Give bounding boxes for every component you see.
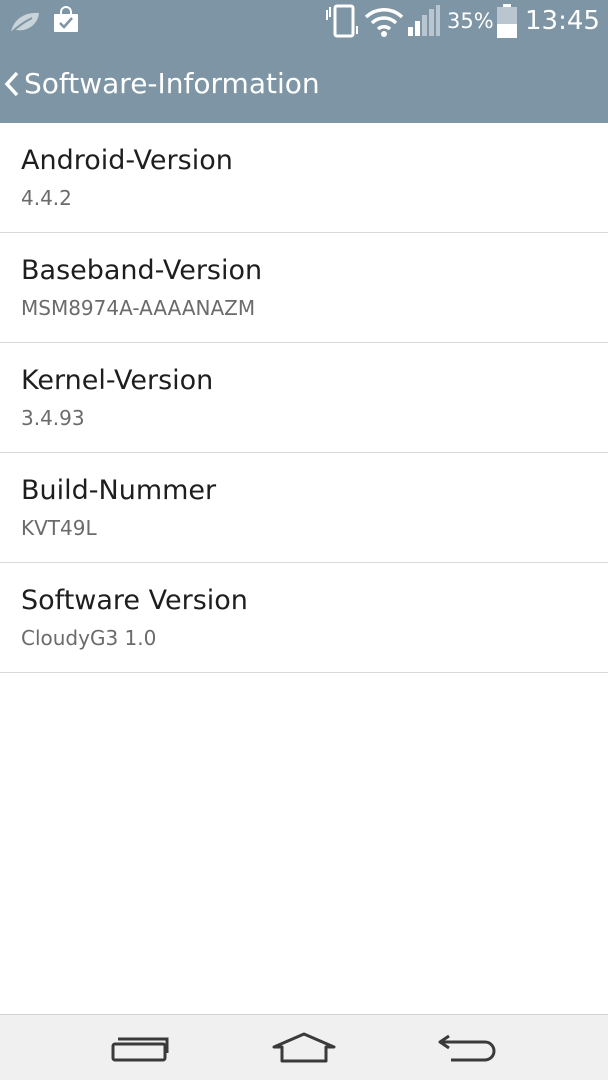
- home-icon: [272, 1032, 336, 1063]
- back-button[interactable]: Software-Information: [0, 44, 340, 123]
- item-value: MSM8974A-AAAANAZM: [21, 296, 256, 320]
- item-title: Build-Nummer: [21, 475, 217, 506]
- item-title: Baseband-Version: [21, 255, 263, 286]
- list-item-build-number[interactable]: Build-Nummer KVT49L: [0, 453, 608, 563]
- item-value: CloudyG3 1.0: [21, 626, 157, 650]
- back-icon: [438, 1034, 496, 1062]
- settings-list: Android-Version 4.4.2 Baseband-Version M…: [0, 123, 608, 673]
- battery-icon: [496, 3, 518, 43]
- item-value: 4.4.2: [21, 186, 72, 210]
- back-nav-button[interactable]: [408, 1015, 528, 1081]
- item-value: 3.4.93: [21, 406, 85, 430]
- list-item-kernel-version[interactable]: Kernel-Version 3.4.93: [0, 343, 608, 453]
- wifi-icon: [364, 6, 404, 42]
- list-item-android-version[interactable]: Android-Version 4.4.2: [0, 123, 608, 233]
- item-title: Kernel-Version: [21, 365, 214, 396]
- leaf-icon: [8, 8, 42, 40]
- recent-apps-icon: [111, 1037, 169, 1062]
- clock: 13:45: [525, 6, 600, 36]
- navigation-bar: [0, 1014, 608, 1080]
- vibrate-icon: [325, 4, 361, 42]
- shopping-bag-check-icon: [52, 6, 80, 38]
- home-button[interactable]: [244, 1015, 364, 1081]
- list-item-baseband-version[interactable]: Baseband-Version MSM8974A-AAAANAZM: [0, 233, 608, 343]
- list-item-software-version[interactable]: Software Version CloudyG3 1.0: [0, 563, 608, 673]
- signal-icon: [407, 5, 441, 41]
- recent-apps-button[interactable]: [80, 1015, 200, 1081]
- battery-percent: 35%: [447, 9, 494, 33]
- item-title: Software Version: [21, 585, 248, 616]
- page-title: Software-Information: [24, 67, 320, 100]
- action-bar: Software-Information: [0, 44, 608, 123]
- chevron-left-icon: [4, 71, 19, 96]
- status-bar: 35% 13:45: [0, 0, 608, 44]
- item-value: KVT49L: [21, 516, 97, 540]
- item-title: Android-Version: [21, 145, 233, 176]
